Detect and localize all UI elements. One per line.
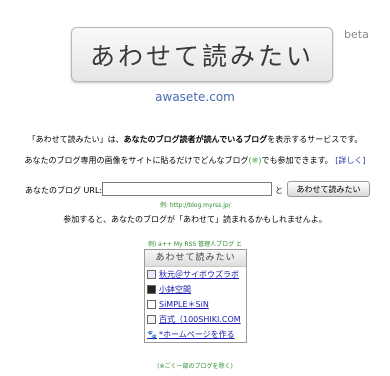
widget-item[interactable]: SiMPLE＊SiN: [145, 297, 246, 312]
widget-item-label: SiMPLE＊SiN: [159, 300, 209, 309]
sample-caption: 例) a++ My RSS 管理人ブログ と: [147, 241, 243, 248]
widget-item[interactable]: 百式（100SHIKI.COM: [145, 312, 246, 327]
url-label: あなたのブログ URL:: [25, 186, 103, 195]
promo-part1: あなたのブログ専用の画像をサイトに貼るだけでどんなブログ: [24, 156, 249, 165]
site-favicon-icon: [147, 285, 156, 294]
sample-widget: あわせて読みたい 秋元＠サイボウズラボ 小鉢空間 SiMPLE＊SiN 百式（1…: [144, 249, 247, 343]
site-favicon-icon: [147, 300, 156, 309]
widget-item[interactable]: 小鉢空間: [145, 282, 246, 297]
url-example: 例: http://blog.myrss.jp/: [160, 202, 231, 209]
widget-item[interactable]: 🐾 *ホームページを作る: [145, 327, 246, 342]
site-favicon-icon: [147, 315, 156, 324]
widget-item-label: *ホームページを作る: [159, 330, 235, 339]
beta-label: beta: [344, 28, 369, 41]
logo-button[interactable]: あわせて読みたい: [71, 27, 333, 82]
domain-label: awasete.com: [155, 90, 235, 104]
intro-part1: 「あわせて読みたい」は、: [27, 135, 124, 144]
widget-item-label: 小鉢空間: [159, 285, 191, 294]
logo-text: あわせて読みたい: [89, 41, 314, 71]
blog-url-input[interactable]: [102, 182, 272, 196]
intro-text: 「あわせて読みたい」は、あなたのブログ読者が読んでいるブログを表示するサービスで…: [0, 134, 390, 145]
promo-footnote-mark: (※): [248, 156, 262, 165]
paw-favicon-icon: 🐾: [147, 330, 157, 339]
widget-item-label: 百式（100SHIKI.COM: [159, 315, 241, 324]
promo-part2: でも参加できます。: [261, 156, 333, 165]
widget-item[interactable]: 秋元＠サイボウズラボ: [145, 267, 246, 282]
connector-text: と: [275, 186, 283, 195]
submit-button[interactable]: あわせて読みたい: [287, 181, 370, 197]
widget-item-label: 秋元＠サイボウズラボ: [159, 270, 239, 279]
join-note: 参加すると、あなたのブログが「あわせて」読まれるかもしれませんよ。: [63, 215, 327, 224]
footer-note: (※ごく一部のブログを除く): [157, 363, 233, 370]
promo-text: あなたのブログ専用の画像をサイトに貼るだけでどんなブログ(※)でも参加できます。…: [0, 155, 390, 166]
intro-part3: を表示するサービスです。: [267, 135, 363, 144]
intro-emphasis: あなたのブログ読者が読んでいるブログ: [123, 135, 268, 144]
site-favicon-icon: [147, 270, 156, 279]
details-link[interactable]: [詳しく]: [335, 156, 365, 165]
widget-title[interactable]: あわせて読みたい: [145, 250, 246, 267]
